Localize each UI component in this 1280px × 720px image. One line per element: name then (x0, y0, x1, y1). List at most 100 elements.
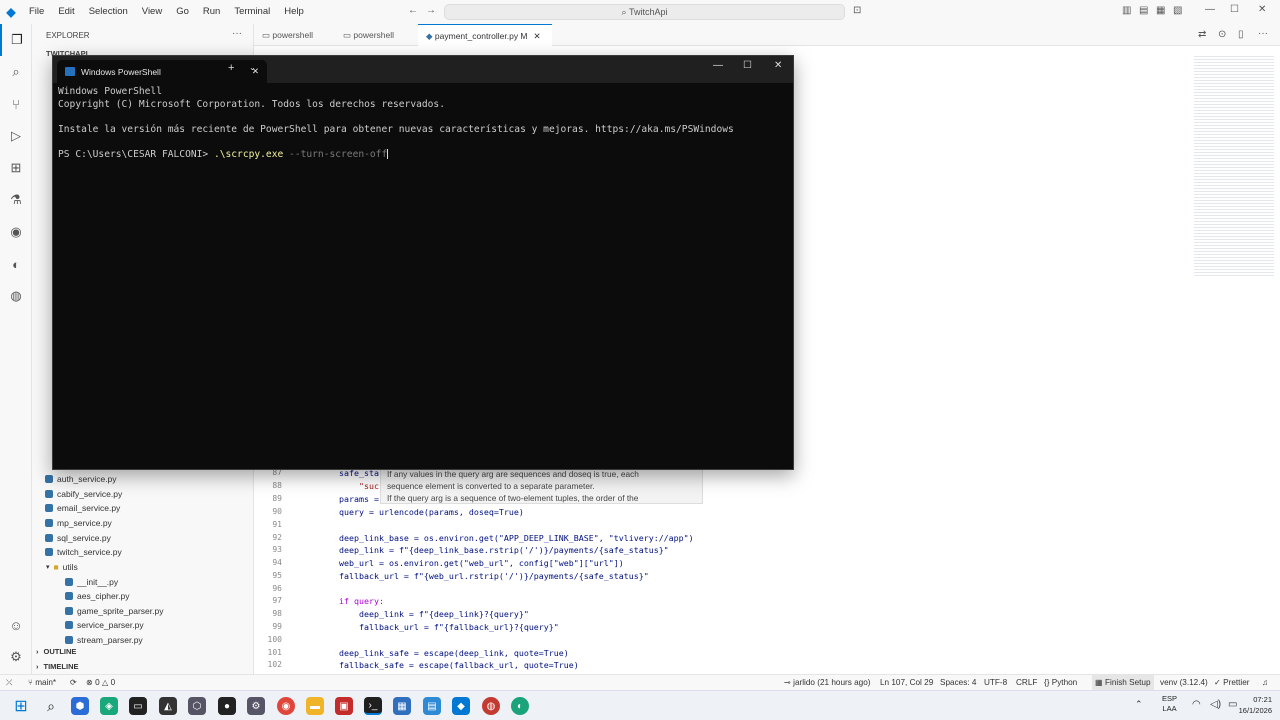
wifi-icon[interactable]: ◠ (1192, 699, 1201, 710)
menu-file[interactable]: File (22, 0, 51, 24)
settings-icon[interactable]: ⚙ (247, 697, 265, 715)
compare-icon[interactable]: ⇄ (1198, 29, 1206, 40)
source-control-icon[interactable]: ⑂ (0, 88, 32, 120)
volume-icon[interactable]: ◁) (1210, 699, 1221, 710)
line-ending[interactable]: CRLF (1016, 675, 1037, 690)
command-center[interactable]: ⌕ TwitchApi (444, 4, 845, 20)
close-icon[interactable]: ✕ (1258, 4, 1266, 15)
run-debug-icon[interactable]: ▷ (0, 120, 32, 152)
file-item[interactable]: service_parser.py (65, 620, 144, 630)
file-item[interactable]: twitch_service.py (45, 547, 122, 557)
menu-edit[interactable]: Edit (51, 0, 81, 24)
file-item[interactable]: mp_service.py (45, 518, 112, 528)
notifications-icon[interactable]: ♫ (1262, 675, 1268, 690)
menu-selection[interactable]: Selection (82, 0, 135, 24)
terminal-tab[interactable]: Windows PowerShell ✕ (57, 60, 267, 83)
timeline-section[interactable]: › TIMELINE (36, 662, 79, 671)
python-icon[interactable]: ◉ (0, 216, 32, 248)
copilot-icon[interactable]: ⊡ (853, 5, 861, 16)
finish-setup[interactable]: ▦ Finish Setup (1092, 675, 1154, 690)
manage-gear-icon[interactable]: ⚙ (0, 641, 32, 673)
outline-section[interactable]: › OUTLINE (36, 647, 252, 656)
gitlens-icon[interactable]: ◐ (0, 248, 32, 280)
terminal-app-icon[interactable]: ▭ (129, 697, 147, 715)
menu-terminal[interactable]: Terminal (227, 0, 277, 24)
file-item[interactable]: cabify_service.py (45, 489, 122, 499)
menu-help[interactable]: Help (277, 0, 311, 24)
encoding[interactable]: UTF-8 (984, 675, 1007, 690)
edge-devtools-icon[interactable]: ◍ (0, 280, 32, 312)
nav-forward-icon[interactable]: → (426, 5, 436, 16)
python-env[interactable]: venv (3.12.4) (1160, 675, 1208, 690)
app-icon[interactable]: ◈ (100, 697, 118, 715)
notes-icon[interactable]: ▤ (423, 697, 441, 715)
unity-icon[interactable]: ◭ (159, 697, 177, 715)
split-editor-icon[interactable]: ▯ (1238, 29, 1244, 40)
layout-secondary-icon[interactable]: ▦ (1156, 5, 1165, 16)
powershell-taskbar-icon[interactable]: ›_ (364, 697, 382, 715)
new-tab-icon[interactable]: + (228, 62, 234, 74)
explorer-icon[interactable]: ❐ (0, 24, 32, 56)
tab-powershell-1[interactable]: ▭ powershell (262, 24, 313, 46)
tray-chevron-icon[interactable]: ⌃ (1135, 699, 1143, 710)
extensions-icon[interactable]: ⊞ (0, 152, 32, 184)
close-icon[interactable]: ✕ (774, 60, 782, 71)
layout-panel-icon[interactable]: ▤ (1139, 5, 1148, 16)
menu-go[interactable]: Go (169, 0, 196, 24)
start-icon[interactable]: ⊞ (12, 697, 30, 715)
file-item[interactable]: email_service.py (45, 503, 120, 513)
customize-layout-icon[interactable]: ▧ (1173, 5, 1182, 16)
explorer-more-icon[interactable]: ··· (232, 28, 242, 39)
folder-utils[interactable]: ▾ ■ utils (46, 562, 78, 572)
github-icon[interactable]: ● (218, 697, 236, 715)
remote-icon[interactable]: ⤫ (6, 675, 13, 690)
language-indicator[interactable]: ESP LAA (1162, 694, 1177, 714)
more-actions-icon[interactable]: ··· (1258, 28, 1268, 39)
branch-indicator[interactable]: ⑂ main* (28, 675, 56, 690)
search-icon[interactable]: ⌕ (0, 56, 32, 88)
maximize-icon[interactable]: ☐ (1230, 4, 1239, 15)
maximize-icon[interactable]: ☐ (743, 60, 752, 71)
minimap[interactable] (1194, 56, 1274, 276)
indentation[interactable]: Spaces: 4 (940, 675, 976, 690)
search-icon[interactable]: ⌕ (42, 697, 60, 715)
file-item[interactable]: aes_cipher.py (65, 591, 129, 601)
vscode-taskbar-icon[interactable]: ◆ (452, 697, 470, 715)
sync-icon[interactable]: ⟳ (70, 675, 77, 690)
language-mode[interactable]: {} Python (1044, 675, 1077, 690)
minimize-icon[interactable]: — (713, 60, 723, 71)
nav-back-icon[interactable]: ← (408, 5, 418, 16)
testing-icon[interactable]: ⚗ (0, 184, 32, 216)
problems-indicator[interactable]: ⊗ 0 △ 0 (86, 675, 115, 690)
account-icon[interactable]: ☺ (0, 609, 32, 641)
app-red-icon[interactable]: ▣ (335, 697, 353, 715)
app-circle-icon[interactable]: ◍ (482, 697, 500, 715)
calculator-icon[interactable]: ▦ (393, 697, 411, 715)
chevron-down-icon[interactable]: ⌄ (249, 63, 256, 72)
file-item[interactable]: auth_service.py (45, 474, 117, 484)
cursor-position[interactable]: Ln 107, Col 29 (880, 675, 933, 690)
file-explorer-icon[interactable]: ▬ (306, 697, 324, 715)
close-tab-icon[interactable]: ✕ (534, 31, 541, 41)
tab-payment-controller[interactable]: ◆ payment_controller.py M ✕ (418, 24, 552, 46)
minimize-icon[interactable]: — (1205, 4, 1215, 15)
file-item[interactable]: sql_service.py (45, 533, 111, 543)
open-changes-icon[interactable]: ⊙ (1218, 29, 1226, 40)
file-item[interactable]: game_sprite_parser.py (65, 606, 163, 616)
prettier[interactable]: ✓ Prettier (1214, 675, 1250, 690)
azure-data-studio-icon[interactable]: ⬢ (71, 697, 89, 715)
chrome-icon[interactable]: ◉ (277, 697, 295, 715)
clock[interactable]: 07:21 16/1/2026 (1228, 694, 1272, 716)
menu-view[interactable]: View (135, 0, 169, 24)
cube-app-icon[interactable]: ⬡ (188, 697, 206, 715)
edge-icon[interactable]: ◐ (511, 697, 529, 715)
powershell-window[interactable]: Windows PowerShell ✕ + ⌄ — ☐ ✕ Windows P… (52, 55, 794, 470)
terminal-prompt-line[interactable]: PS C:\Users\CESAR FALCONI> .\scrcpy.exe … (58, 149, 389, 160)
file-item[interactable]: __init__.py (65, 577, 118, 587)
git-blame[interactable]: ⊸ jarlido (21 hours ago) (784, 675, 871, 690)
tab-powershell-2[interactable]: ▭ powershell (343, 24, 394, 46)
layout-sidebar-icon[interactable]: ▥ (1122, 5, 1131, 16)
terminal-titlebar[interactable]: Windows PowerShell ✕ + ⌄ — ☐ ✕ (53, 56, 793, 83)
menu-run[interactable]: Run (196, 0, 227, 24)
file-item[interactable]: stream_parser.py (65, 635, 143, 645)
